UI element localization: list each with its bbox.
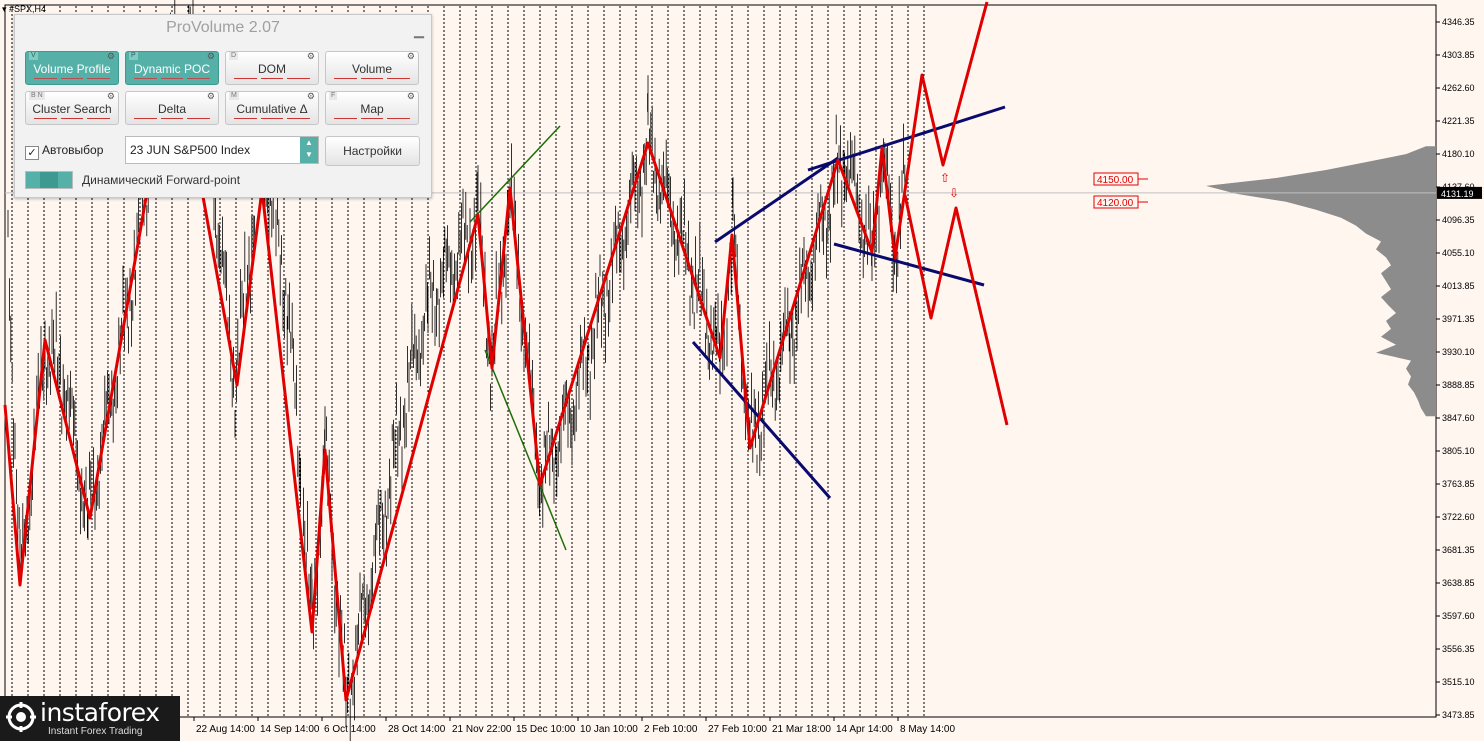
panel-button-label: DOM xyxy=(258,62,286,76)
hotkey-badge: P xyxy=(129,52,138,60)
level-label: 4120.00 xyxy=(1097,198,1134,209)
level-label: 4150.00 xyxy=(1097,175,1134,186)
down-arrow-icon: ⇩ xyxy=(949,186,959,200)
hotkey-badge: V xyxy=(29,52,38,60)
gear-icon[interactable]: ⚙ xyxy=(307,52,315,61)
current-price-label: 4131.19 xyxy=(1441,189,1474,199)
watermark-tagline: Instant Forex Trading xyxy=(48,726,143,737)
button-indicator-lines xyxy=(234,78,311,80)
date-axis-label: 14 Sep 14:00 xyxy=(260,724,320,735)
panel-button-label: Volume xyxy=(351,62,393,76)
panel-button-label: Map xyxy=(360,102,384,116)
panel-button-volume-profile[interactable]: V ⚙ Volume Profile xyxy=(25,51,119,85)
panel-button-label: Cumulative Δ xyxy=(236,102,308,116)
panel-button-label: Delta xyxy=(157,102,186,116)
price-axis-label: 3722.60 xyxy=(1442,512,1475,522)
price-axis-label: 3681.35 xyxy=(1442,545,1475,555)
button-indicator-lines xyxy=(134,78,211,80)
price-axis-label: 4055.10 xyxy=(1442,248,1475,258)
watermark: instaforex Instant Forex Trading xyxy=(0,696,180,741)
gear-icon[interactable]: ⚙ xyxy=(107,52,115,61)
panel-button-label: Dynamic POC xyxy=(133,62,210,76)
minimize-icon[interactable]: ▁ xyxy=(414,23,424,39)
hotkey-badge: M xyxy=(229,92,239,100)
date-axis-label: 27 Feb 10:00 xyxy=(708,724,767,735)
settings-button[interactable]: Настройки xyxy=(325,136,420,166)
price-axis-label: 3805.10 xyxy=(1442,446,1475,456)
panel-button-dynamic-poc[interactable]: P ⚙ Dynamic POC xyxy=(125,51,219,85)
date-axis-label: 10 Jan 10:00 xyxy=(580,724,638,735)
up-arrow-icon: ⇧ xyxy=(940,171,950,185)
gear-icon[interactable]: ⚙ xyxy=(207,92,215,101)
hotkey-badge: F xyxy=(329,92,338,100)
date-axis-label: 21 Nov 22:00 xyxy=(452,724,512,735)
button-indicator-lines xyxy=(34,118,111,120)
price-axis-label: 4221.35 xyxy=(1442,116,1475,126)
provolume-panel[interactable]: ProVolume 2.07 ▁ V ⚙ Volume Profile P ⚙ Dynam… xyxy=(14,14,432,198)
date-axis-label: 14 Apr 14:00 xyxy=(836,724,893,735)
price-axis-label: 4262.60 xyxy=(1442,83,1475,93)
panel-button-map[interactable]: F ⚙ Map xyxy=(325,91,419,125)
symbol-tab-label: #SPX,H4 xyxy=(9,4,47,14)
gear-icon[interactable]: ⚙ xyxy=(407,52,415,61)
forward-point-toggle[interactable] xyxy=(25,171,73,189)
panel-button-cluster-search[interactable]: B N ⚙ Cluster Search xyxy=(25,91,119,125)
checkbox-check-icon[interactable]: ✓ xyxy=(25,146,39,160)
hotkey-badge: B N xyxy=(29,92,45,100)
date-axis-label: 22 Aug 14:00 xyxy=(196,724,255,735)
price-axis-label: 4096.35 xyxy=(1442,215,1475,225)
price-axis-label: 3763.85 xyxy=(1442,479,1475,489)
price-axis-label: 4303.85 xyxy=(1442,50,1475,60)
price-axis-label: 3888.85 xyxy=(1442,380,1475,390)
price-axis-label: 3515.10 xyxy=(1442,677,1475,687)
date-axis-label: 8 May 14:00 xyxy=(900,724,955,735)
button-indicator-lines xyxy=(34,78,111,80)
price-axis-label: 3971.35 xyxy=(1442,314,1475,324)
symbol-select-value: 23 JUN S&P500 Index xyxy=(130,143,251,157)
panel-button-label: Volume Profile xyxy=(33,62,111,76)
price-axis-label: 3930.10 xyxy=(1442,347,1475,357)
gear-icon[interactable]: ⚙ xyxy=(107,92,115,101)
panel-title: ProVolume 2.07 xyxy=(166,19,280,36)
button-indicator-lines xyxy=(134,118,211,120)
panel-button-cumulative[interactable]: M ⚙ Cumulative Δ xyxy=(225,91,319,125)
hotkey-badge: D xyxy=(229,52,239,60)
autoselect-checkbox[interactable]: ✓ Автовыбор xyxy=(25,143,103,160)
date-axis-label: 2 Feb 10:00 xyxy=(644,724,698,735)
price-axis-label: 4180.10 xyxy=(1442,149,1475,159)
panel-button-label: Cluster Search xyxy=(32,102,112,116)
spinner-arrows-icon[interactable]: ▲ ▼ xyxy=(300,137,318,163)
price-axis-label: 3597.60 xyxy=(1442,611,1475,621)
button-indicator-lines xyxy=(234,118,311,120)
price-axis-label: 3556.35 xyxy=(1442,644,1475,654)
symbol-select[interactable]: 23 JUN S&P500 Index ▲ ▼ xyxy=(125,136,319,164)
watermark-brand: instaforex xyxy=(40,698,160,727)
price-axis-label: 3638.85 xyxy=(1442,578,1475,588)
date-axis-label: 15 Dec 10:00 xyxy=(516,724,576,735)
toggle-knob xyxy=(40,172,58,188)
price-axis-label: 3847.60 xyxy=(1442,413,1475,423)
date-axis-label: 21 Mar 18:00 xyxy=(772,724,831,735)
gear-icon[interactable]: ⚙ xyxy=(407,92,415,101)
date-axis-label: 6 Oct 14:00 xyxy=(324,724,376,735)
button-indicator-lines xyxy=(334,118,411,120)
date-axis-label: 28 Oct 14:00 xyxy=(388,724,446,735)
forward-point-label: Динамический Forward-point xyxy=(82,173,241,187)
panel-button-dom[interactable]: D ⚙ DOM xyxy=(225,51,319,85)
gear-icon[interactable]: ⚙ xyxy=(207,52,215,61)
instaforex-logo-icon xyxy=(6,702,36,732)
panel-button-volume[interactable]: ⚙ Volume xyxy=(325,51,419,85)
autoselect-label: Автовыбор xyxy=(42,143,104,157)
panel-button-delta[interactable]: ⚙ Delta xyxy=(125,91,219,125)
gear-icon[interactable]: ⚙ xyxy=(307,92,315,101)
button-indicator-lines xyxy=(334,78,411,80)
price-axis-label: 4346.35 xyxy=(1442,17,1475,27)
price-axis-label: 4013.85 xyxy=(1442,281,1475,291)
price-axis-label: 3473.85 xyxy=(1442,710,1475,720)
